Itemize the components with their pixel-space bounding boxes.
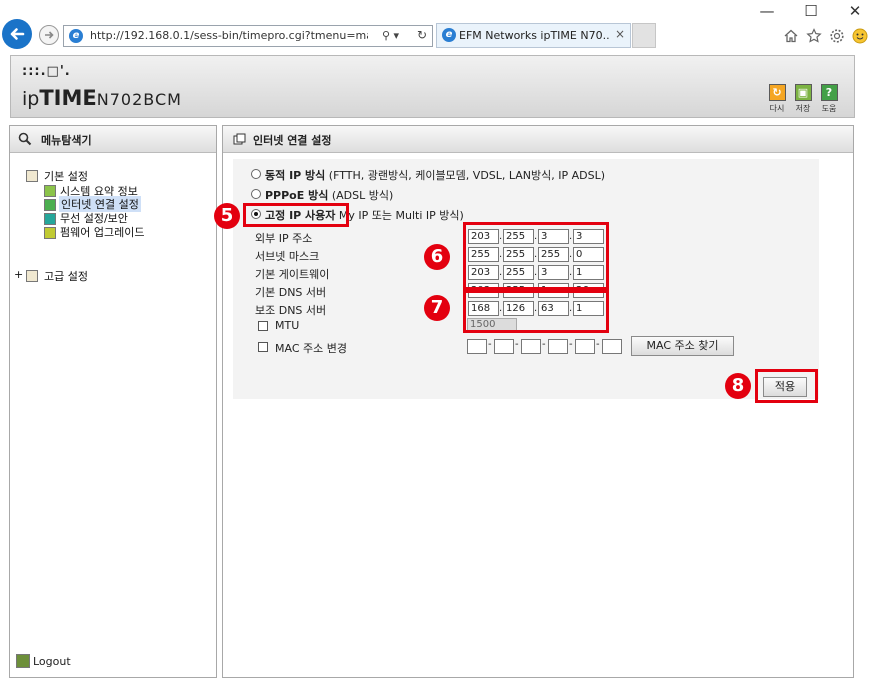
mac-octet-input[interactable] [467,339,487,354]
save-label: 저장 [795,104,811,113]
menu-item-firmware-upgrade[interactable]: 펌웨어 업그레이드 [60,224,144,240]
reload-icon: ↻ [768,84,786,101]
menu-explorer-panel: 메뉴탐색기 기본 설정 시스템 요약 정보 인터넷 연결 설정 무선 설정/보안… [9,125,217,678]
minimize-button[interactable]: — [752,2,782,20]
step5-highlight-box [243,203,349,227]
new-tab-button[interactable] [632,23,656,48]
step5-badge: 5 [214,203,240,229]
content-title: 인터넷 연결 설정 [253,134,332,147]
search-dropdown-icon[interactable]: ⚲ ▾ [382,29,399,42]
mac-change-label: MAC 주소 변경 [275,342,347,355]
wan-ip-label: 외부 IP 주소 [255,232,313,245]
magnifier-icon [18,132,32,146]
forward-arrow-icon [45,31,54,39]
menu-header: 메뉴탐색기 [10,126,216,153]
back-button[interactable] [2,19,32,49]
close-window-button[interactable]: ✕ [840,2,870,20]
folder-settings-icon [26,170,38,182]
option-pppoe-desc: (ADSL 방식) [328,189,394,202]
menu-basic-settings[interactable]: 기본 설정 [44,168,88,184]
radio-dynamic-ip[interactable] [251,169,261,179]
help-button[interactable]: ? 도움 [817,84,841,114]
tab-close-icon[interactable]: × [615,27,625,41]
mtu-label: MTU [275,319,300,332]
favorites-star-icon[interactable] [806,28,822,44]
ie-page-icon: e [69,29,83,43]
option-pppoe[interactable]: PPPoE 방식 (ADSL 방식) [265,187,393,203]
mac-octet-input[interactable] [548,339,568,354]
settings-gear-icon[interactable] [829,28,845,44]
mac-separator: - [596,339,600,350]
menu-title: 메뉴탐색기 [41,134,92,147]
model-name: N702BCM [96,90,182,109]
step8-badge: 8 [725,373,751,399]
home-icon[interactable] [783,28,799,44]
logo-time: TIME [39,86,97,110]
mac-change-checkbox[interactable] [258,342,268,352]
step7-badge: 7 [424,295,450,321]
step6-highlight-box [463,222,609,290]
mtu-checkbox[interactable] [258,321,268,331]
iptime-logo-mark: :::.□'. [22,64,71,79]
logout-link[interactable]: Logout [33,655,71,668]
save-disk-icon: ▣ [794,84,812,101]
option-static-ip-desc: My IP 또는 Multi IP 방식) [335,209,464,222]
mac-octet-input[interactable] [575,339,595,354]
mac-octet-input[interactable] [602,339,622,354]
tab-ie-icon: e [442,28,456,42]
secondary-dns-label: 보조 DNS 서버 [255,304,327,317]
address-url[interactable]: http://192.168.0.1/sess-bin/timepro.cgi?… [90,29,368,42]
save-button[interactable]: ▣ 저장 [791,84,815,114]
menu-advanced-settings[interactable]: 고급 설정 [44,268,88,284]
option-dynamic-ip-name: 동적 IP 방식 [265,169,326,182]
mac-octet-input[interactable] [521,339,541,354]
help-question-icon: ? [820,84,838,101]
wireless-settings-icon [44,213,56,225]
expand-plus-icon[interactable]: + [14,268,23,281]
subnet-mask-label: 서브넷 마스크 [255,250,320,263]
mac-octet-input[interactable] [494,339,514,354]
folder-advanced-icon [26,270,38,282]
option-pppoe-name: PPPoE 방식 [265,189,329,202]
forward-button[interactable] [39,25,59,45]
iptime-logo: ipTIMEN702BCM [22,86,182,110]
internet-settings-icon [44,199,56,211]
primary-dns-label: 기본 DNS 서버 [255,286,327,299]
smiley-icon[interactable] [852,28,868,44]
mac-separator: - [542,339,546,350]
option-dynamic-ip[interactable]: 동적 IP 방식 (FTTH, 광랜방식, 케이블모뎀, VDSL, LAN방식… [265,167,605,183]
logout-icon [16,654,30,668]
step6-badge: 6 [424,244,450,270]
radio-pppoe[interactable] [251,189,261,199]
logo-ip: ip [22,88,40,110]
gateway-label: 기본 게이트웨이 [255,268,330,281]
help-label: 도움 [821,104,837,113]
maximize-button[interactable]: ☐ [796,2,826,20]
step8-highlight-box [755,369,818,403]
mac-separator: - [569,339,573,350]
content-header: 인터넷 연결 설정 [223,126,853,153]
back-arrow-icon [10,28,25,40]
reload-label: 다시 [769,104,785,113]
refresh-icon[interactable]: ↻ [417,28,427,42]
tab-title: EFM Networks ipTIME N70... [459,29,609,42]
address-bar[interactable]: e http://192.168.0.1/sess-bin/timepro.cg… [63,25,433,47]
option-dynamic-ip-desc: (FTTH, 광랜방식, 케이블모뎀, VDSL, LAN방식, IP ADSL… [325,169,606,182]
step7-highlight-box [463,290,609,333]
system-info-icon [44,185,56,197]
firmware-upgrade-icon [44,227,56,239]
mac-find-button[interactable]: MAC 주소 찾기 [631,336,734,356]
window-stack-icon [233,133,246,145]
browser-tab[interactable]: e EFM Networks ipTIME N70... × [436,23,631,48]
browser-chrome: — ☐ ✕ e http://192.168.0.1/sess-bin/time… [0,0,875,52]
mac-separator: - [515,339,519,350]
router-banner: :::.□'. ipTIMEN702BCM ↻ 다시 ▣ 저장 ? 도움 [10,55,855,118]
mac-separator: - [488,339,492,350]
reload-button[interactable]: ↻ 다시 [765,84,789,114]
